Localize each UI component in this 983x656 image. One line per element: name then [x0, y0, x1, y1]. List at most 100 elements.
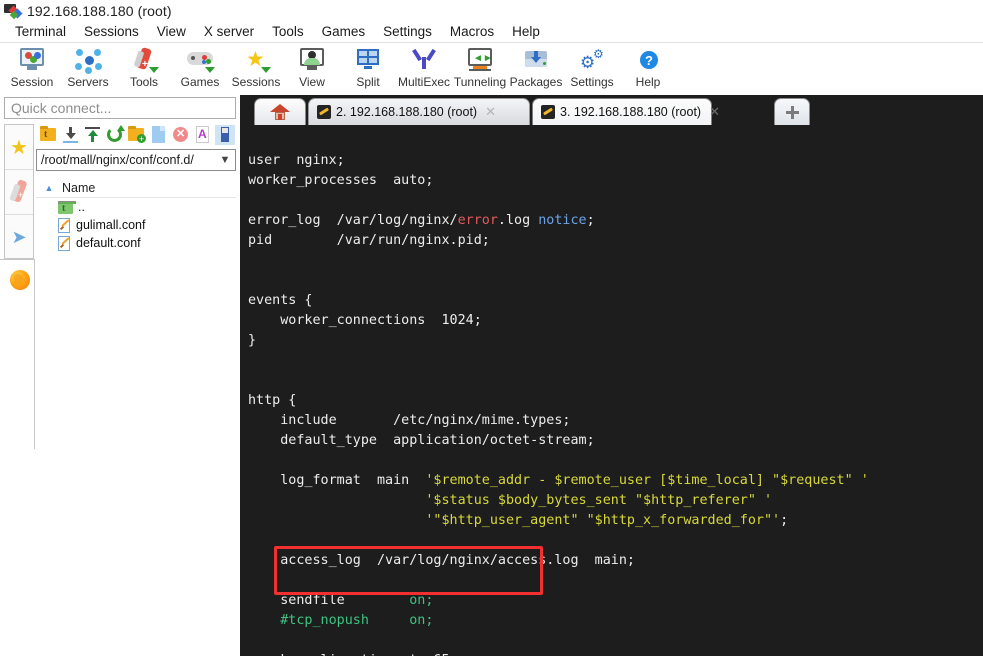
swiss-knife-icon: +	[9, 179, 28, 205]
toolbar-button-split[interactable]: Split	[340, 46, 396, 89]
sftp-file-browser: t + ✕ A /root/mall/nginx/conf/conf.d/ ▼ …	[36, 123, 236, 453]
view-monitor-icon	[295, 47, 329, 73]
toolbar-button-settings[interactable]: ⚙ ⚙ Settings	[564, 46, 620, 89]
list-item[interactable]: gulimall.conf	[36, 216, 236, 234]
title-bar: 192.168.188.180 (root)	[0, 0, 983, 22]
tab-session-2[interactable]: 2. 192.168.188.180 (root) ✕	[308, 98, 530, 125]
globe-icon[interactable]	[10, 270, 30, 290]
swiss-knife-icon: +	[127, 46, 161, 73]
window-title: 192.168.188.180 (root)	[27, 3, 172, 19]
list-item[interactable]: t ..	[36, 198, 236, 216]
toolbar-button-servers[interactable]: Servers	[60, 46, 116, 89]
toolbar-label: Sessions	[231, 75, 281, 89]
toolbar-label: MultiExec	[397, 75, 450, 89]
session-monitor-icon	[15, 47, 49, 73]
download-icon[interactable]	[61, 125, 81, 145]
panel-divider-v	[34, 259, 35, 449]
delete-icon[interactable]: ✕	[171, 125, 191, 145]
terminal-output[interactable]: user nginx; worker_processes auto; error_…	[240, 125, 983, 656]
menu-tools[interactable]: Tools	[263, 22, 313, 42]
toolbar-button-multiexec[interactable]: MultiExec	[396, 46, 452, 89]
plus-icon	[785, 105, 799, 119]
conf-file-icon	[58, 217, 71, 233]
path-combobox[interactable]: /root/mall/nginx/conf/conf.d/ ▼	[36, 149, 236, 171]
sort-asc-icon[interactable]: ▲	[36, 183, 62, 193]
toolbar-button-view[interactable]: View	[284, 46, 340, 89]
menu-games[interactable]: Games	[313, 22, 375, 42]
toolbar-label: Packages	[509, 75, 563, 89]
menu-settings[interactable]: Settings	[374, 22, 441, 42]
terminal-tab-strip: 2. 192.168.188.180 (root) ✕ 3. 192.168.1…	[240, 95, 983, 125]
star-icon: ★	[10, 136, 28, 159]
toolbar-button-packages[interactable]: Packages	[508, 46, 564, 89]
home-tab[interactable]	[254, 98, 306, 125]
servers-network-icon	[71, 47, 105, 74]
toolbar-label: Tools	[129, 75, 158, 89]
file-browser-toolbar: t + ✕ A	[36, 123, 236, 147]
star-icon: ★	[239, 47, 273, 73]
sidebar-item-tools[interactable]: +	[5, 170, 33, 215]
parent-folder-icon: t	[58, 200, 76, 214]
sidebar-item-macros[interactable]: ➤	[5, 215, 33, 259]
toolbar-button-help[interactable]: ? Help	[620, 46, 676, 89]
packages-download-icon	[519, 47, 553, 73]
toolbar-label: Tunneling	[453, 75, 507, 89]
quick-connect-input[interactable]: Quick connect...	[4, 97, 236, 119]
menu-x-server[interactable]: X server	[195, 22, 263, 42]
new-tab-button[interactable]	[774, 98, 810, 125]
refresh-icon[interactable]	[105, 125, 125, 145]
toolbar-label: View	[299, 75, 325, 89]
mobaxterm-window: 192.168.188.180 (root) Terminal Sessions…	[0, 0, 983, 656]
chevron-down-icon[interactable]: ▼	[215, 154, 235, 166]
paper-plane-icon: ➤	[11, 226, 27, 247]
menu-sessions[interactable]: Sessions	[75, 22, 148, 42]
toolbar-label: Servers	[67, 75, 109, 89]
list-item[interactable]: default.conf	[36, 234, 236, 252]
tab-session-3[interactable]: 3. 192.168.188.180 (root) ✕	[532, 98, 720, 125]
column-header-name[interactable]: Name	[62, 181, 95, 195]
main-toolbar: Session Servers + Tools Games ★ Sessions…	[0, 43, 983, 98]
mobaxterm-icon	[4, 3, 23, 20]
close-icon[interactable]: ✕	[485, 104, 496, 120]
toolbar-button-session[interactable]: Session	[4, 46, 60, 89]
font-icon[interactable]: A	[193, 125, 213, 145]
menu-bar: Terminal Sessions View X server Tools Ga…	[0, 22, 983, 43]
path-value: /root/mall/nginx/conf/conf.d/	[41, 153, 194, 167]
toolbar-label: Games	[180, 75, 220, 89]
home-icon	[270, 103, 290, 121]
menu-terminal[interactable]: Terminal	[6, 22, 75, 42]
toolbar-label: Split	[356, 75, 380, 89]
menu-macros[interactable]: Macros	[441, 22, 503, 42]
toolbar-button-games[interactable]: Games	[172, 46, 228, 89]
toolbar-label: Help	[635, 75, 661, 89]
toolbar-button-tunneling[interactable]: ◄► Tunneling	[452, 46, 508, 89]
up-folder-icon[interactable]: t	[39, 125, 59, 145]
toolbar-label: Session	[10, 75, 54, 89]
menu-help[interactable]: Help	[503, 22, 549, 42]
toolbar-button-sessions[interactable]: ★ Sessions	[228, 46, 284, 89]
file-name: default.conf	[76, 236, 141, 250]
left-panel: Quick connect... ★ + ➤ t + ✕ A /root/mal…	[0, 95, 240, 656]
terminal-panel: 2. 192.168.188.180 (root) ✕ 3. 192.168.1…	[240, 95, 983, 656]
conf-file-icon	[58, 235, 71, 251]
main-area: Quick connect... ★ + ➤ t + ✕ A /root/mal…	[0, 95, 983, 656]
sidebar-item-sessions[interactable]: ★	[5, 125, 33, 170]
upload-icon[interactable]	[83, 125, 103, 145]
panel-divider-h	[0, 259, 35, 260]
file-list-header: ▲ Name	[36, 179, 236, 198]
terminal-wrench-icon	[317, 105, 331, 119]
new-file-icon[interactable]	[149, 125, 169, 145]
multiexec-fork-icon	[407, 47, 441, 73]
help-question-icon: ?	[631, 47, 665, 73]
tunneling-icon: ◄►	[463, 47, 497, 73]
sidebar-vertical-tabs: ★ + ➤	[4, 124, 34, 259]
toolbar-button-tools[interactable]: + Tools	[116, 46, 172, 89]
new-folder-icon[interactable]: +	[127, 125, 147, 145]
file-name: ..	[78, 200, 85, 214]
usb-icon[interactable]	[215, 125, 235, 145]
tab-label: 2. 192.168.188.180 (root)	[336, 105, 478, 119]
split-grid-icon	[351, 47, 385, 73]
close-icon[interactable]: ✕	[709, 104, 720, 120]
toolbar-label: Settings	[570, 75, 614, 89]
menu-view[interactable]: View	[148, 22, 195, 42]
